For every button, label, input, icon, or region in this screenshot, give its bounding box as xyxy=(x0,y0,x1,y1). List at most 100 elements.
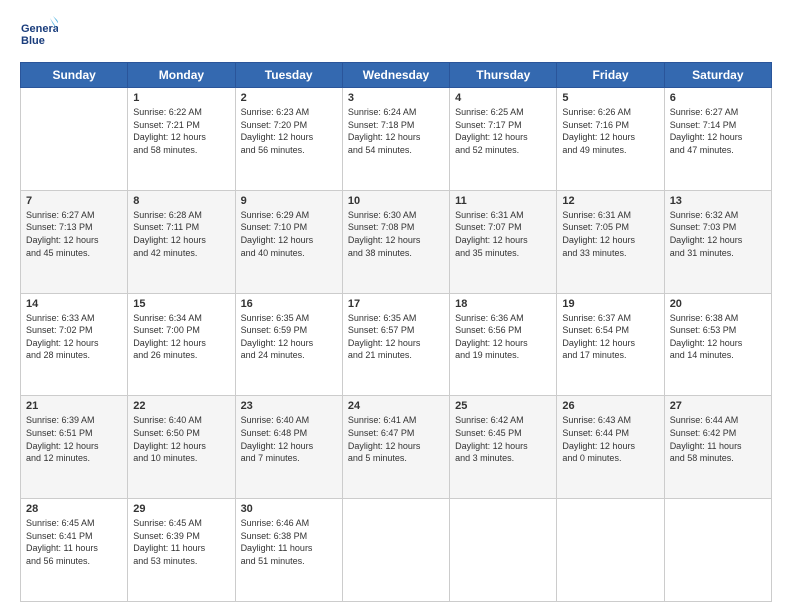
weekday-header-friday: Friday xyxy=(557,63,664,88)
day-info: Sunrise: 6:31 AMSunset: 7:05 PMDaylight:… xyxy=(562,209,658,259)
day-info: Sunrise: 6:23 AMSunset: 7:20 PMDaylight:… xyxy=(241,106,337,156)
day-number: 5 xyxy=(562,92,658,104)
day-info: Sunrise: 6:32 AMSunset: 7:03 PMDaylight:… xyxy=(670,209,766,259)
calendar-cell: 10Sunrise: 6:30 AMSunset: 7:08 PMDayligh… xyxy=(342,190,449,293)
day-number: 14 xyxy=(26,298,122,310)
day-number: 3 xyxy=(348,92,444,104)
day-number: 19 xyxy=(562,298,658,310)
day-number: 25 xyxy=(455,400,551,412)
svg-text:General: General xyxy=(21,23,58,35)
day-info: Sunrise: 6:33 AMSunset: 7:02 PMDaylight:… xyxy=(26,312,122,362)
day-info: Sunrise: 6:22 AMSunset: 7:21 PMDaylight:… xyxy=(133,106,229,156)
day-number: 30 xyxy=(241,503,337,515)
day-number: 2 xyxy=(241,92,337,104)
day-number: 8 xyxy=(133,195,229,207)
calendar-cell: 14 Sunrise: 6:33 AMSunset: 7:02 PMDayligh… xyxy=(21,293,128,396)
calendar-cell: 9 Sunrise: 6:29 AMSunset: 7:10 PMDaylight… xyxy=(235,190,342,293)
day-info: Sunrise: 6:27 AMSunset: 7:13 PMDaylight:… xyxy=(26,209,122,259)
calendar-cell: 21 Sunrise: 6:39 AMSunset: 6:51 PMDayligh… xyxy=(21,396,128,499)
day-info: Sunrise: 6:25 AMSunset: 7:17 PMDaylight:… xyxy=(455,106,551,156)
calendar-cell xyxy=(557,499,664,602)
calendar-cell: 11Sunrise: 6:31 AMSunset: 7:07 PMDayligh… xyxy=(450,190,557,293)
calendar-cell: 6 Sunrise: 6:27 AMSunset: 7:14 PMDaylight… xyxy=(664,88,771,191)
day-number: 20 xyxy=(670,298,766,310)
calendar-cell: 13 Sunrise: 6:32 AMSunset: 7:03 PMDayligh… xyxy=(664,190,771,293)
day-number: 15 xyxy=(133,298,229,310)
day-number: 1 xyxy=(133,92,229,104)
day-info: Sunrise: 6:35 AMSunset: 6:59 PMDaylight:… xyxy=(241,312,337,362)
calendar-cell: 18 Sunrise: 6:36 AMSunset: 6:56 PMDayligh… xyxy=(450,293,557,396)
calendar-cell: 28Sunrise: 6:45 AMSunset: 6:41 PMDayligh… xyxy=(21,499,128,602)
calendar-cell: 5 Sunrise: 6:26 AMSunset: 7:16 PMDaylight… xyxy=(557,88,664,191)
day-number: 13 xyxy=(670,195,766,207)
day-number: 9 xyxy=(241,195,337,207)
day-number: 29 xyxy=(133,503,229,515)
calendar-table: SundayMondayTuesdayWednesdayThursdayFrid… xyxy=(20,62,772,602)
day-info: Sunrise: 6:40 AMSunset: 6:48 PMDaylight:… xyxy=(241,414,337,464)
calendar-cell: 23 Sunrise: 6:40 AMSunset: 6:48 PMDayligh… xyxy=(235,396,342,499)
day-info: Sunrise: 6:36 AMSunset: 6:56 PMDaylight:… xyxy=(455,312,551,362)
day-number: 10 xyxy=(348,195,444,207)
calendar-cell: 26 Sunrise: 6:43 AMSunset: 6:44 PMDayligh… xyxy=(557,396,664,499)
day-number: 16 xyxy=(241,298,337,310)
calendar-cell: 12 Sunrise: 6:31 AMSunset: 7:05 PMDayligh… xyxy=(557,190,664,293)
weekday-header-thursday: Thursday xyxy=(450,63,557,88)
day-info: Sunrise: 6:41 AMSunset: 6:47 PMDaylight:… xyxy=(348,414,444,464)
day-info: Sunrise: 6:37 AMSunset: 6:54 PMDaylight:… xyxy=(562,312,658,362)
weekday-header-sunday: Sunday xyxy=(21,63,128,88)
calendar-cell: 29 Sunrise: 6:45 AMSunset: 6:39 PMDayligh… xyxy=(128,499,235,602)
calendar-cell: 4 Sunrise: 6:25 AMSunset: 7:17 PMDaylight… xyxy=(450,88,557,191)
day-number: 22 xyxy=(133,400,229,412)
logo-svg: General Blue xyxy=(20,16,58,54)
day-info: Sunrise: 6:45 AMSunset: 6:41 PMDaylight:… xyxy=(26,517,122,567)
day-number: 18 xyxy=(455,298,551,310)
calendar-week-row: 1 Sunrise: 6:22 AMSunset: 7:21 PMDaylight… xyxy=(21,88,772,191)
weekday-header-wednesday: Wednesday xyxy=(342,63,449,88)
calendar-cell: 20Sunrise: 6:38 AMSunset: 6:53 PMDayligh… xyxy=(664,293,771,396)
day-info: Sunrise: 6:35 AMSunset: 6:57 PMDaylight:… xyxy=(348,312,444,362)
calendar-week-row: 7 Sunrise: 6:27 AMSunset: 7:13 PMDaylight… xyxy=(21,190,772,293)
calendar-week-row: 14 Sunrise: 6:33 AMSunset: 7:02 PMDayligh… xyxy=(21,293,772,396)
calendar-cell: 8 Sunrise: 6:28 AMSunset: 7:11 PMDaylight… xyxy=(128,190,235,293)
day-info: Sunrise: 6:26 AMSunset: 7:16 PMDaylight:… xyxy=(562,106,658,156)
logo: General Blue xyxy=(20,16,58,54)
calendar-cell: 30Sunrise: 6:46 AMSunset: 6:38 PMDayligh… xyxy=(235,499,342,602)
calendar-cell: 27 Sunrise: 6:44 AMSunset: 6:42 PMDayligh… xyxy=(664,396,771,499)
day-number: 23 xyxy=(241,400,337,412)
day-number: 7 xyxy=(26,195,122,207)
day-info: Sunrise: 6:27 AMSunset: 7:14 PMDaylight:… xyxy=(670,106,766,156)
day-info: Sunrise: 6:44 AMSunset: 6:42 PMDaylight:… xyxy=(670,414,766,464)
day-info: Sunrise: 6:43 AMSunset: 6:44 PMDaylight:… xyxy=(562,414,658,464)
calendar-cell: 15Sunrise: 6:34 AMSunset: 7:00 PMDayligh… xyxy=(128,293,235,396)
svg-text:Blue: Blue xyxy=(21,35,45,47)
page: General Blue SundayMondayTuesdayWednesda… xyxy=(0,0,792,612)
day-info: Sunrise: 6:29 AMSunset: 7:10 PMDaylight:… xyxy=(241,209,337,259)
day-number: 12 xyxy=(562,195,658,207)
day-info: Sunrise: 6:39 AMSunset: 6:51 PMDaylight:… xyxy=(26,414,122,464)
calendar-cell xyxy=(664,499,771,602)
calendar-cell xyxy=(21,88,128,191)
day-info: Sunrise: 6:28 AMSunset: 7:11 PMDaylight:… xyxy=(133,209,229,259)
day-info: Sunrise: 6:40 AMSunset: 6:50 PMDaylight:… xyxy=(133,414,229,464)
calendar-cell: 3 Sunrise: 6:24 AMSunset: 7:18 PMDaylight… xyxy=(342,88,449,191)
calendar-week-row: 28Sunrise: 6:45 AMSunset: 6:41 PMDayligh… xyxy=(21,499,772,602)
day-number: 24 xyxy=(348,400,444,412)
day-number: 6 xyxy=(670,92,766,104)
calendar-cell: 7 Sunrise: 6:27 AMSunset: 7:13 PMDaylight… xyxy=(21,190,128,293)
day-number: 4 xyxy=(455,92,551,104)
header: General Blue xyxy=(20,16,772,54)
weekday-header-monday: Monday xyxy=(128,63,235,88)
day-info: Sunrise: 6:24 AMSunset: 7:18 PMDaylight:… xyxy=(348,106,444,156)
calendar-cell: 25 Sunrise: 6:42 AMSunset: 6:45 PMDayligh… xyxy=(450,396,557,499)
calendar-cell: 24 Sunrise: 6:41 AMSunset: 6:47 PMDayligh… xyxy=(342,396,449,499)
day-number: 21 xyxy=(26,400,122,412)
day-number: 26 xyxy=(562,400,658,412)
calendar-cell xyxy=(450,499,557,602)
calendar-cell: 2 Sunrise: 6:23 AMSunset: 7:20 PMDaylight… xyxy=(235,88,342,191)
calendar-cell: 17Sunrise: 6:35 AMSunset: 6:57 PMDayligh… xyxy=(342,293,449,396)
calendar-week-row: 21 Sunrise: 6:39 AMSunset: 6:51 PMDayligh… xyxy=(21,396,772,499)
day-info: Sunrise: 6:45 AMSunset: 6:39 PMDaylight:… xyxy=(133,517,229,567)
day-info: Sunrise: 6:42 AMSunset: 6:45 PMDaylight:… xyxy=(455,414,551,464)
day-number: 27 xyxy=(670,400,766,412)
calendar-cell xyxy=(342,499,449,602)
